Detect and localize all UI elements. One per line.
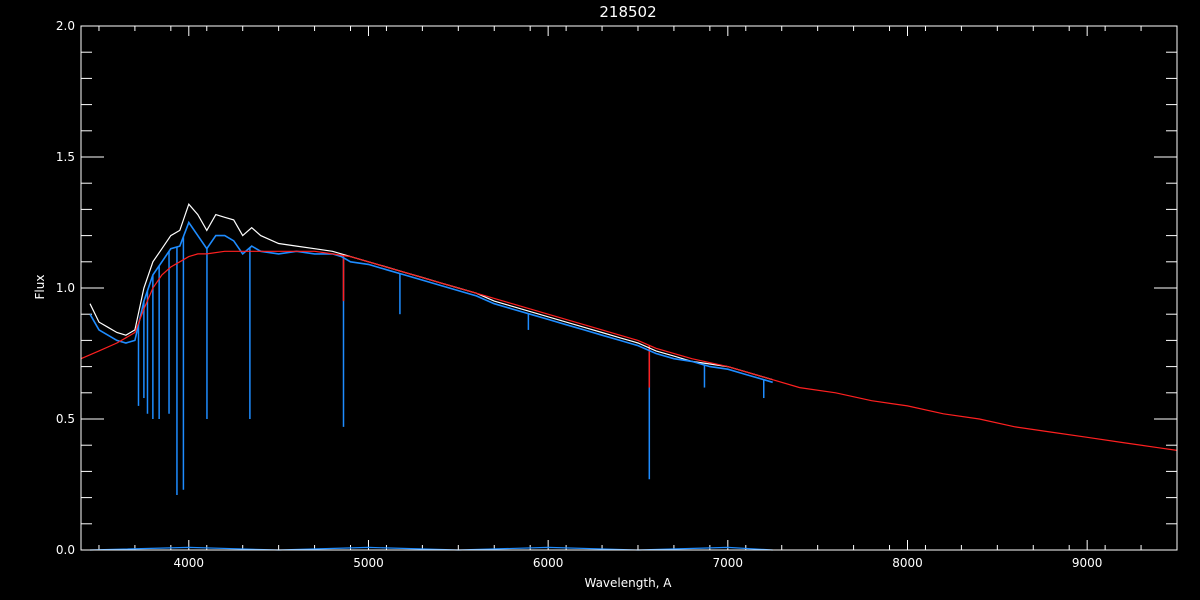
x-tick-label: 7000 <box>713 556 744 570</box>
spectrum-plot: 218502 Wavelength, A Flux 4000 5000 6000 70… <box>33 3 1178 590</box>
y-tick-label: 2.0 <box>56 19 75 33</box>
y-tick-label: 0.5 <box>56 412 75 426</box>
spectrum-chart: 218502 Wavelength, A Flux 4000 5000 6000 70… <box>0 0 1200 600</box>
y-tick-label: 1.0 <box>56 281 75 295</box>
y-tick-label: 1.5 <box>56 150 75 164</box>
absorption-lines <box>137 236 765 495</box>
axis-ticks: 4000 5000 6000 7000 8000 9000 0.0 0.5 1.0 1.5 2.0 <box>56 19 1178 570</box>
spectrum-series-line <box>89 220 773 384</box>
spectrum-series-line <box>89 203 773 381</box>
y-axis-title: Flux <box>33 275 47 300</box>
x-tick-label: 9000 <box>1072 556 1103 570</box>
spectrum-series-line <box>80 250 1178 451</box>
chart-title: 218502 <box>599 3 656 21</box>
y-tick-label: 0.0 <box>56 543 75 557</box>
x-tick-label: 5000 <box>353 556 384 570</box>
x-axis-title: Wavelength, A <box>584 576 672 590</box>
x-tick-label: 4000 <box>174 556 205 570</box>
data-series <box>80 203 1178 551</box>
plot-frame <box>80 25 1178 551</box>
x-tick-label: 6000 <box>533 556 564 570</box>
x-tick-label: 8000 <box>892 556 923 570</box>
